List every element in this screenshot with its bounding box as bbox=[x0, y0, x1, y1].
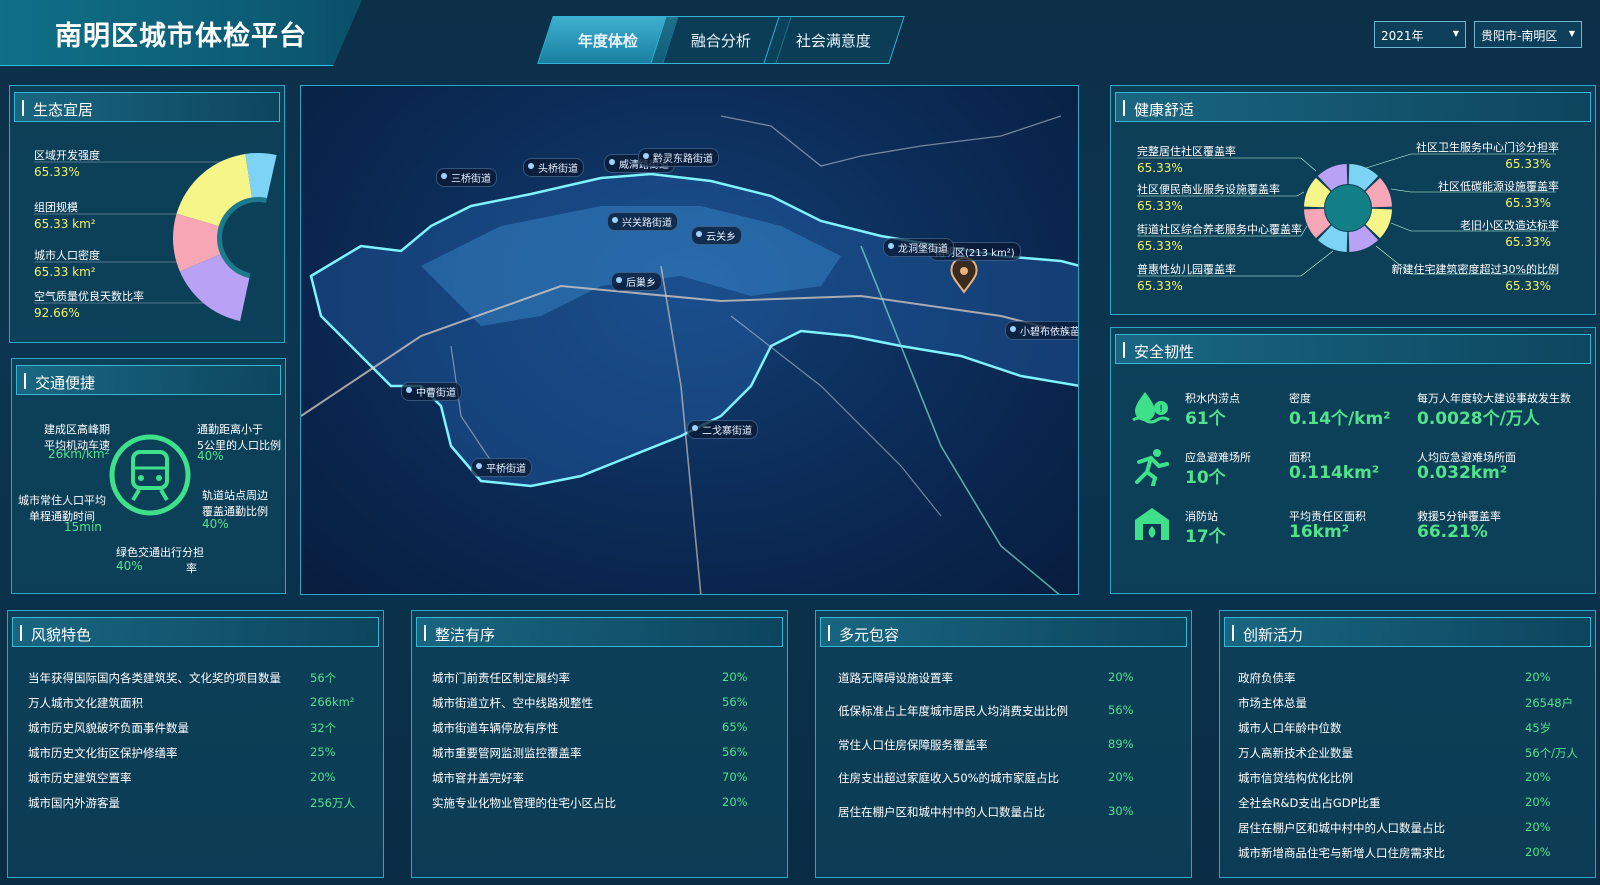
list-item: 低保标准占上年度城市居民人均消费支出比例 56% bbox=[838, 703, 1134, 718]
list-item: 市场主体总量 26548户 bbox=[1238, 696, 1574, 710]
eco-half-donut-chart bbox=[34, 153, 277, 322]
inclusive-panel: 多元包容 道路无障碍设施设置率 20% 低保标准占上年度城市居民人均消费支出比例 5… bbox=[815, 610, 1192, 878]
list-item: 万人高新技术企业数量 56个/万人 bbox=[1238, 746, 1579, 760]
waterlogging-icon: ! bbox=[1132, 392, 1170, 424]
chevron-down-icon: ▼ bbox=[1452, 29, 1459, 38]
safety-item-value: 0.032km² bbox=[1417, 463, 1508, 483]
safety-item-value: 0.14个/km² bbox=[1289, 409, 1391, 429]
leader-line bbox=[1137, 225, 1308, 237]
map-street-label[interactable]: 中曹街道 bbox=[401, 382, 462, 401]
list-item: 城市历史建筑空置率 20% bbox=[28, 770, 336, 785]
eco-panel: 生态宜居 区域开发强度 65.33% 组团规模 65.33 km² 城市人口密度… bbox=[9, 85, 285, 343]
order-list: 城市门前责任区制定履约率 20% 城市街道立杆、空中线路规整性 56% 城市街道车辆… bbox=[432, 611, 777, 877]
fire-station-icon bbox=[1135, 508, 1169, 540]
leader-line bbox=[1137, 157, 1317, 172]
running-person-icon bbox=[1135, 449, 1169, 486]
traffic-item-value: 40% bbox=[197, 449, 224, 463]
traffic-panel-header: 交通便捷 bbox=[16, 365, 281, 395]
eco-arcs bbox=[172, 153, 277, 322]
safety-item-value: 0.0028个/万人 bbox=[1417, 409, 1540, 429]
map-street-label[interactable]: 龙洞堡街道 bbox=[883, 238, 954, 257]
health-donut-chart bbox=[1137, 153, 1556, 277]
map-street-label[interactable]: 头桥街道 bbox=[523, 158, 584, 177]
region-select[interactable]: 贵阳市-南明区 ▼ bbox=[1474, 21, 1582, 48]
year-select-value: 2021年 bbox=[1381, 29, 1424, 43]
map-street-label[interactable]: 三桥街道 bbox=[436, 168, 497, 187]
list-item: 政府负债率 20% bbox=[1238, 670, 1551, 685]
district-map[interactable]: 南明区(213 km²) 三桥街道 头桥街道 威清路街道 黔灵东路街道 兴关路街… bbox=[300, 85, 1079, 595]
list-item: 常住人口住房保障服务覆盖率 89% bbox=[838, 737, 1134, 752]
traffic-panel-title: 交通便捷 bbox=[35, 374, 96, 392]
list-item: 城市街道车辆停放有序性 65% bbox=[432, 720, 748, 735]
safety-panel-title: 安全韧性 bbox=[1134, 343, 1195, 361]
innovation-panel: 创新活力 政府负债率 20% 市场主体总量 26548户 城市人口年龄中位数 45岁 … bbox=[1219, 610, 1596, 878]
traffic-item-value: 26km/km² bbox=[48, 447, 110, 461]
safety-item-value: 0.114km² bbox=[1289, 463, 1380, 483]
safety-item-value: 17个 bbox=[1185, 527, 1226, 547]
list-item: 城市国内外游客量 256万人 bbox=[28, 796, 355, 810]
style-list: 当年获得国际国内各类建筑奖、文化奖的项目数量 56个 万人城市文化建筑面积 266k… bbox=[28, 611, 373, 877]
tab-label: 社会满意度 bbox=[796, 31, 872, 50]
list-item: 城市历史风貌破坏负面事件数量 32个 bbox=[28, 721, 337, 735]
traffic-panel: 交通便捷 建成区高峰期 平均机动车速 26km/km² 通勤距离小于 5公里的人口比… bbox=[11, 358, 286, 594]
road bbox=[720, 115, 1062, 167]
map-street-label[interactable]: 兴关路街道 bbox=[607, 212, 678, 231]
list-item: 城市窨井盖完好率 70% bbox=[432, 770, 748, 785]
leader-line bbox=[1137, 250, 1334, 277]
traffic-item-value: 15min bbox=[64, 520, 102, 534]
list-item: 居住在棚户区和城中村中的人口数量占比 20% bbox=[1238, 820, 1551, 835]
list-item: 实施专业化物业管理的住宅小区占比 20% bbox=[432, 795, 748, 810]
map-street-label[interactable]: 云关乡 bbox=[691, 226, 742, 245]
tab-social-satisfaction[interactable]: 社会满意度 bbox=[763, 16, 905, 64]
innovation-list: 政府负债率 20% 市场主体总量 26548户 城市人口年龄中位数 45岁 万人高新技… bbox=[1238, 611, 1589, 877]
list-item: 城市信贷结构优化比例 20% bbox=[1238, 770, 1551, 785]
year-select[interactable]: 2021年 ▼ bbox=[1374, 21, 1466, 48]
leader-line bbox=[1390, 188, 1556, 193]
region-select-value: 贵阳市-南明区 bbox=[1481, 29, 1558, 43]
leader-line bbox=[1365, 153, 1556, 169]
traffic-item-value: 40% bbox=[116, 559, 143, 573]
map-street-label[interactable]: 小碧布依族苗族乡 bbox=[1005, 321, 1078, 340]
health-panel: 健康舒适 完整居住社区覆盖率 65.33% 社区便民商业服务设施覆盖率 65.3… bbox=[1110, 85, 1596, 315]
leader-line bbox=[1137, 191, 1305, 197]
map-street-label[interactable]: 后巢乡 bbox=[611, 272, 662, 291]
style-panel: 风貌特色 当年获得国际国内各类建筑奖、文化奖的项目数量 56个 万人城市文化建筑面… bbox=[7, 610, 384, 878]
map-street-label[interactable]: 黔灵东路街道 bbox=[638, 148, 719, 167]
inclusive-list: 道路无障碍设施设置率 20% 低保标准占上年度城市居民人均消费支出比例 56% 常住… bbox=[838, 611, 1181, 877]
safety-item-value: 61个 bbox=[1185, 409, 1226, 429]
svg-text:!: ! bbox=[1159, 404, 1163, 415]
safety-item-value: 66.21% bbox=[1417, 522, 1488, 542]
list-item: 住房支出超过家庭收入50%的城市家庭占比 20% bbox=[838, 770, 1134, 785]
traffic-item-label: 轨道站点周边 覆盖通勤比例 bbox=[202, 489, 268, 518]
eco-arc-segment bbox=[176, 153, 253, 227]
page-title: 南明区城市体检平台 bbox=[55, 21, 307, 52]
tab-label: 融合分析 bbox=[690, 31, 751, 50]
leader-line bbox=[1390, 222, 1556, 232]
list-item: 当年获得国际国内各类建筑奖、文化奖的项目数量 56个 bbox=[28, 671, 337, 685]
list-item: 万人城市文化建筑面积 266km² bbox=[28, 695, 355, 710]
donut-center bbox=[1325, 185, 1371, 231]
list-item: 城市历史文化街区保护修缮率 25% bbox=[28, 745, 336, 760]
list-item: 城市街道立杆、空中线路规整性 56% bbox=[432, 695, 748, 710]
map-street-label[interactable]: 平桥街道 bbox=[471, 458, 532, 477]
safety-panel-header: 安全韧性 bbox=[1115, 334, 1591, 364]
safety-item-value: 10个 bbox=[1185, 468, 1226, 488]
order-panel: 整洁有序 城市门前责任区制定履约率 20% 城市街道立杆、空中线路规整性 56% 城… bbox=[411, 610, 788, 878]
map-street-label[interactable]: 二戈寨街道 bbox=[687, 420, 758, 439]
safety-item-value: 16km² bbox=[1289, 522, 1350, 542]
list-item: 城市重要管网监测监控覆盖率 56% bbox=[432, 745, 748, 760]
traffic-item-value: 40% bbox=[202, 517, 229, 531]
chevron-down-icon: ▼ bbox=[1568, 29, 1575, 38]
list-item: 城市门前责任区制定履约率 20% bbox=[432, 670, 748, 685]
list-item: 居住在棚户区和城中村中的人口数量占比 30% bbox=[838, 804, 1134, 819]
tab-label: 年度体检 bbox=[577, 31, 638, 50]
safety-panel: 安全韧性 ! 积水内涝点 61个 密度 0.14个/km² 每万人年度较大建设事… bbox=[1110, 327, 1596, 594]
leader-line bbox=[1375, 245, 1556, 275]
train-icon bbox=[109, 434, 191, 516]
list-item: 道路无障碍设施设置率 20% bbox=[838, 670, 1134, 685]
list-item: 全社会R&D支出占GDP比重 20% bbox=[1238, 795, 1551, 810]
list-item: 城市新增商品住宅与新增人口住房需求比 20% bbox=[1238, 845, 1551, 860]
list-item: 城市人口年龄中位数 45岁 bbox=[1238, 721, 1552, 735]
